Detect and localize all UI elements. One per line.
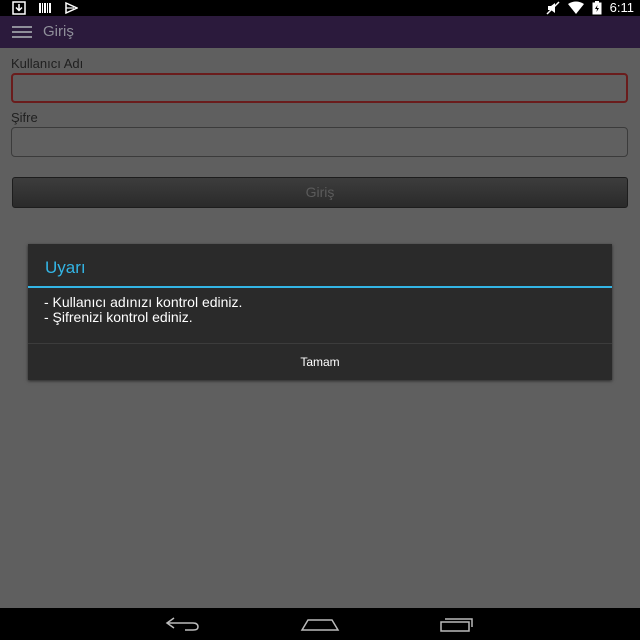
download-icon bbox=[12, 1, 26, 15]
back-icon[interactable] bbox=[165, 616, 201, 632]
mute-icon bbox=[546, 1, 560, 15]
status-right-icons: 6:11 bbox=[546, 1, 634, 15]
play-store-icon bbox=[65, 1, 78, 15]
barcode-icon bbox=[39, 3, 51, 13]
login-button[interactable]: Giriş bbox=[12, 177, 628, 208]
dialog-message: - Şifrenizi kontrol ediniz. bbox=[44, 309, 193, 325]
dialog-title-divider bbox=[28, 286, 612, 288]
username-label: Kullanıcı Adı bbox=[11, 56, 84, 71]
action-bar: Giriş bbox=[0, 16, 640, 48]
recent-apps-icon[interactable] bbox=[438, 616, 476, 632]
home-icon[interactable] bbox=[300, 616, 340, 632]
status-time: 6:11 bbox=[609, 0, 634, 15]
status-bar: 6:11 bbox=[0, 0, 640, 16]
ok-button[interactable]: Tamam bbox=[28, 344, 612, 380]
alert-dialog: Uyarı - Kullanıcı adınızı kontrol ediniz… bbox=[28, 244, 612, 380]
page-title: Giriş bbox=[43, 23, 74, 40]
dialog-messages: - Kullanıcı adınızı kontrol ediniz. - Şi… bbox=[44, 295, 242, 325]
password-label: Şifre bbox=[11, 110, 38, 125]
menu-icon[interactable] bbox=[12, 26, 32, 38]
status-left-icons bbox=[12, 1, 78, 15]
navigation-bar bbox=[0, 608, 640, 640]
dialog-message: - Kullanıcı adınızı kontrol ediniz. bbox=[44, 294, 243, 310]
username-field[interactable] bbox=[11, 73, 628, 103]
dialog-title: Uyarı bbox=[45, 258, 86, 277]
battery-icon bbox=[592, 1, 602, 15]
password-field[interactable] bbox=[11, 127, 628, 157]
wifi-icon bbox=[567, 1, 584, 14]
